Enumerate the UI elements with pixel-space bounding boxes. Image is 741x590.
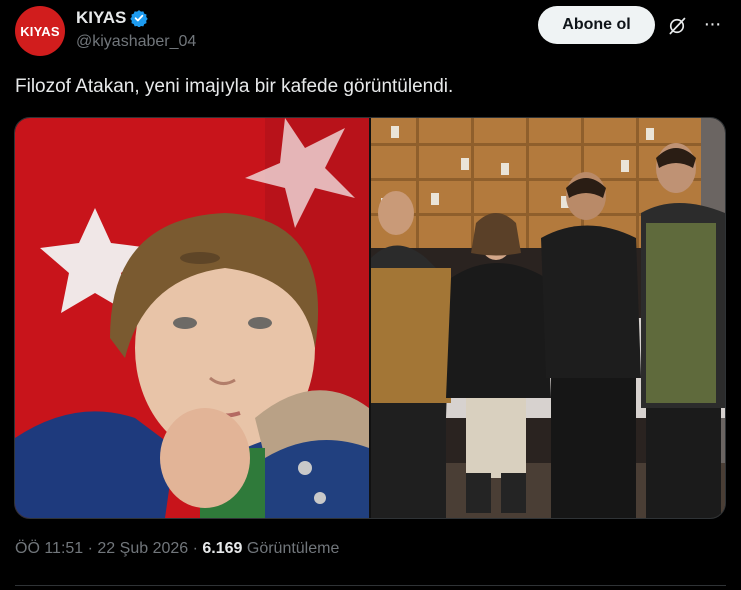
more-dots-icon[interactable]: ··· <box>700 10 724 38</box>
views-label: Görüntüleme <box>242 540 340 557</box>
boy-flag-photo[interactable] <box>15 118 369 518</box>
meta-separator: · <box>188 540 203 557</box>
handle[interactable]: @kiyashaber_04 <box>76 33 196 51</box>
grok-slash-icon[interactable] <box>667 16 687 36</box>
tweet-meta: ÖÖ 11:51 · 22 Şub 2026 · 6.169 Görüntüle… <box>15 540 339 558</box>
subscribe-button[interactable]: Abone ol <box>538 6 655 44</box>
display-name[interactable]: KIYAS <box>76 8 126 28</box>
tweet-date[interactable]: 22 Şub 2026 <box>97 540 188 557</box>
views-count: 6.169 <box>202 540 243 557</box>
divider <box>15 585 726 586</box>
tweet-text: Filozof Atakan, yeni imajıyla bir kafede… <box>15 76 454 97</box>
meta-separator: · <box>83 540 98 557</box>
avatar[interactable]: KIYAS <box>15 6 65 56</box>
tweet-media[interactable] <box>14 117 726 519</box>
cafe-group-photo[interactable] <box>371 118 725 518</box>
avatar-text: KIYAS <box>20 23 60 39</box>
verified-badge-icon <box>130 10 149 27</box>
tweet-time[interactable]: ÖÖ 11:51 <box>15 540 83 557</box>
author-name-row: KIYAS <box>76 8 149 28</box>
